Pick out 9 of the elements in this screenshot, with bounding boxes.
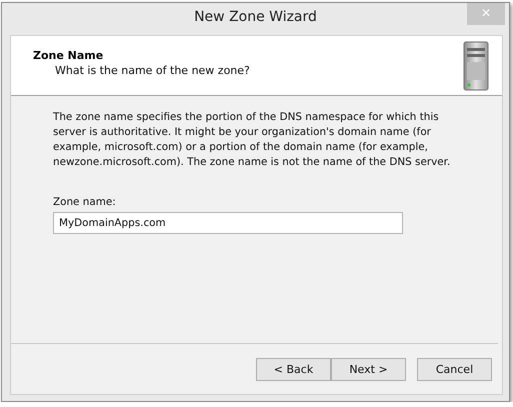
- page-title: Zone Name: [33, 49, 104, 62]
- description-text: The zone name specifies the portion of the DNS namespace for which this server is authoritative. It might be your organization's domain name (for example, microsoft.com) or a portion of the domain name (for example, newzone.microsoft.com). The zone name is not the name of the DNS server.: [53, 110, 452, 170]
- nav-button[interactable]: Next >: [331, 358, 406, 380]
- page-subtitle: What is the name of the new zone?: [55, 64, 250, 77]
- field-label: Zone name:: [53, 196, 117, 208]
- zone-name-field[interactable]: MyDomainApps.com: [53, 212, 403, 234]
- nav-button[interactable]: < Back: [256, 358, 331, 380]
- window-title: New Zone Wizard: [194, 9, 317, 25]
- cancel-button[interactable]: Cancel: [417, 358, 492, 380]
